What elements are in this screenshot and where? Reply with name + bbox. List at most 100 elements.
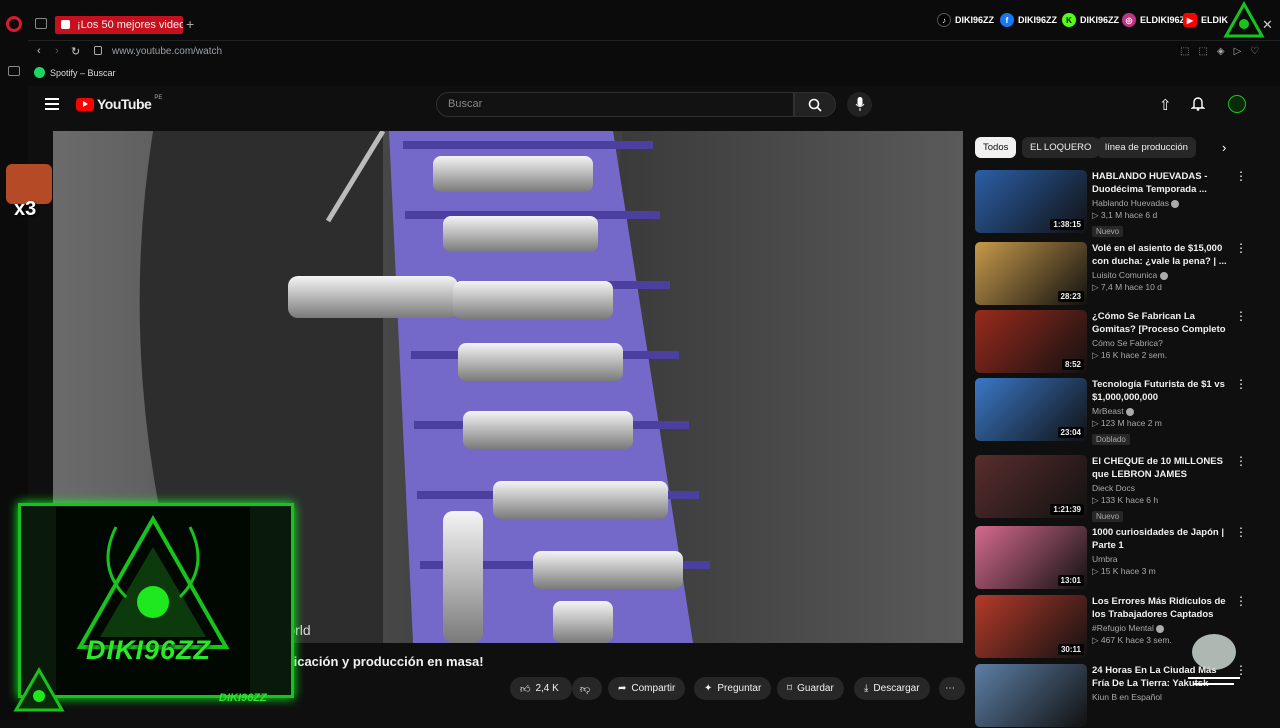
download-button[interactable]: ⤓ Descargar	[854, 677, 930, 700]
chip-linea-produccion[interactable]: línea de producción	[1097, 137, 1196, 158]
youtube-play-icon	[76, 97, 94, 111]
overlay-streamer-tag: DIKI96ZZ	[219, 692, 267, 704]
reload-icon[interactable]: ↻	[71, 45, 80, 58]
recommendation-item[interactable]: 1:21:39 El CHEQUE de 10 MILLONES que LEBR…	[975, 455, 1267, 522]
hamburger-menu-icon[interactable]	[45, 98, 59, 110]
forward-icon[interactable]: ›	[55, 45, 59, 57]
channel-name[interactable]: Dieck Docs	[1092, 483, 1135, 493]
upload-age: hace 3 m	[1120, 566, 1156, 576]
save-button[interactable]: ⌑ Guardar	[777, 677, 844, 700]
more-options-icon[interactable]: ⋮	[1235, 242, 1247, 254]
more-horizontal-icon: ⋯	[945, 683, 955, 694]
chip-todos[interactable]: Todos	[975, 137, 1017, 158]
video-duration: 28:23	[1057, 291, 1084, 302]
share-label: Compartir	[631, 683, 676, 694]
upload-icon[interactable]: ⇧	[1159, 96, 1172, 114]
search-input[interactable]: Buscar	[436, 92, 794, 117]
channel-name[interactable]: Cómo Se Fabrica?	[1092, 338, 1163, 348]
channel-name[interactable]: Luisito Comunica	[1092, 270, 1157, 280]
facebook-icon: f	[1000, 13, 1014, 27]
video-thumbnail[interactable]	[975, 664, 1087, 727]
more-options-icon[interactable]: ⋮	[1235, 170, 1247, 182]
search-button[interactable]	[794, 92, 836, 117]
more-options-icon[interactable]: ⋮	[1235, 526, 1247, 538]
verified-icon	[1156, 624, 1165, 633]
view-count: 16 K	[1100, 350, 1119, 360]
recommendation-item[interactable]: 8:52 ¿Cómo Se Fabrican La Gomitas? [Proce…	[975, 310, 1267, 374]
video-thumbnail[interactable]: 23:04	[975, 378, 1087, 441]
sidebar-toggle-icon[interactable]	[8, 66, 20, 76]
bookmarks-bar	[28, 62, 1280, 86]
play-count-icon: ▷	[1092, 566, 1099, 576]
browser-tab[interactable]: ¡Los 50 mejores videos	[55, 16, 183, 34]
view-count: 3,1 M	[1100, 210, 1123, 220]
recommendation-item[interactable]: 23:04 Tecnología Futurista de $1 vs $1,00…	[975, 378, 1267, 445]
like-button[interactable]: 👍︎ 2,4 K	[510, 677, 572, 700]
recommendation-title[interactable]: El CHEQUE de 10 MILLONES que LEBRON JAME…	[1092, 455, 1232, 481]
video-duration: 8:52	[1061, 359, 1084, 370]
combo-counter: x3	[14, 198, 37, 220]
more-options-icon[interactable]: ⋮	[1235, 310, 1247, 322]
more-options-icon[interactable]: ⋮	[1235, 378, 1247, 390]
video-duration: 1:38:15	[1050, 219, 1084, 230]
streamer-logo-icon	[1222, 0, 1266, 40]
more-actions-button[interactable]: ⋯	[939, 677, 965, 700]
recommendation-title[interactable]: Los Errores Más Ridículos de los Trabaja…	[1092, 595, 1232, 621]
notifications-bell-icon[interactable]	[1190, 96, 1206, 111]
video-duration: 23:04	[1057, 427, 1084, 438]
recommendation-title[interactable]: HABLANDO HUEVADAS - Duodécima Temporada …	[1092, 170, 1232, 196]
voice-search-button[interactable]	[847, 92, 872, 117]
play-count-icon: ▷	[1092, 350, 1099, 360]
country-code: PE	[154, 95, 163, 101]
video-thumbnail[interactable]: 1:21:39	[975, 455, 1087, 518]
channel-name[interactable]: #Refugio Mental	[1092, 623, 1154, 633]
channel-name[interactable]: Kiun B en Español	[1092, 692, 1162, 702]
channel-name[interactable]: Umbra	[1092, 554, 1118, 564]
more-options-icon[interactable]: ⋮	[1235, 595, 1247, 607]
upload-age: hace 3 sem.	[1125, 635, 1172, 645]
new-tab-button[interactable]: +	[186, 16, 194, 32]
back-icon[interactable]: ‹	[37, 45, 41, 57]
video-thumbnail[interactable]: 1:38:15	[975, 170, 1087, 233]
recommendation-title[interactable]: Tecnología Futurista de $1 vs $1,000,000…	[1092, 378, 1232, 404]
chevron-right-icon[interactable]: ›	[1222, 140, 1226, 155]
recommendation-title[interactable]: 1000 curiosidades de Japón | Parte 1	[1092, 526, 1232, 552]
social-instagram: ◎ ELDIKI96ZZ	[1122, 12, 1191, 28]
video-thumbnail[interactable]: 8:52	[975, 310, 1087, 373]
recommendation-badge: Doblado	[1092, 434, 1130, 445]
verified-icon	[1171, 199, 1180, 208]
dislike-button[interactable]: 👎︎	[572, 677, 602, 700]
browser-tools-icon[interactable]: ⬚⬚◈▷♡	[1180, 46, 1268, 57]
recommendation-item[interactable]: 1:38:15 HABLANDO HUEVADAS - Duodécima Tem…	[975, 170, 1267, 237]
play-count-icon: ▷	[1092, 210, 1099, 220]
video-thumbnail[interactable]: 13:01	[975, 526, 1087, 589]
recommendation-title[interactable]: ¿Cómo Se Fabrican La Gomitas? [Proceso C…	[1092, 310, 1232, 336]
speaker-icon	[61, 20, 70, 29]
channel-name[interactable]: Hablando Huevadas	[1092, 198, 1169, 208]
stream-overlay-logo	[56, 507, 250, 695]
search-icon	[808, 98, 822, 112]
tab-list-icon[interactable]	[35, 18, 47, 29]
share-button[interactable]: ➦ Compartir	[608, 677, 686, 700]
recommendation-item[interactable]: 13:01 1000 curiosidades de Japón | Parte …	[975, 526, 1267, 590]
more-options-icon[interactable]: ⋮	[1235, 455, 1247, 467]
recommendation-title[interactable]: Volé en el asiento de $15,000 con ducha:…	[1092, 242, 1232, 268]
bookmark-spotify[interactable]: Spotify – Buscar	[34, 67, 116, 78]
youtube-logo[interactable]: YouTube PE	[76, 95, 163, 112]
chip-el-loquero[interactable]: EL LOQUERO	[1022, 137, 1100, 158]
play-count-icon: ▷	[1092, 495, 1099, 505]
channel-name[interactable]: MrBeast	[1092, 406, 1124, 416]
avatar[interactable]	[1228, 95, 1246, 113]
video-thumbnail[interactable]: 30:11	[975, 595, 1087, 658]
close-window-icon[interactable]: ✕	[1262, 17, 1273, 33]
upload-age: hace 2 m	[1126, 418, 1162, 428]
url-field[interactable]: www.youtube.com/watch	[112, 46, 222, 57]
ask-button[interactable]: ✦ Preguntar	[694, 677, 772, 700]
video-duration: 13:01	[1057, 575, 1084, 586]
video-thumbnail[interactable]: 28:23	[975, 242, 1087, 305]
spotify-icon	[34, 67, 45, 78]
upload-age: hace 6 h	[1125, 495, 1159, 505]
recommendation-item[interactable]: 28:23 Volé en el asiento de $15,000 con d…	[975, 242, 1267, 306]
social-label: DIKI96ZZ	[955, 15, 995, 25]
opera-logo-icon[interactable]	[6, 16, 22, 32]
